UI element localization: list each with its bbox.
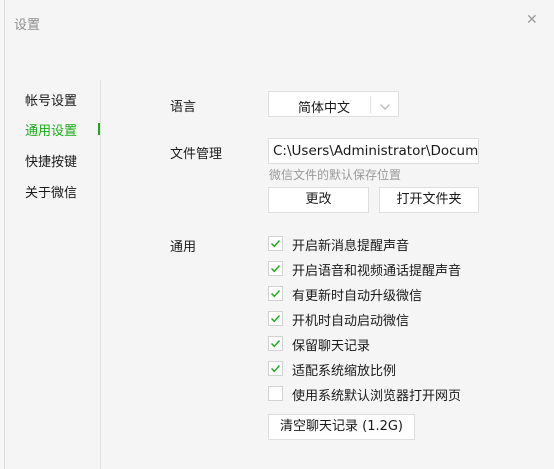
file-path-hint: 微信文件的默认保存位置	[269, 168, 402, 182]
settings-window: 设置 ✕ 帐号设置 通用设置 快捷按键 关于微信 语言 简体中文 文件管理 微信…	[4, 0, 554, 469]
option-label: 保留聊天记录	[292, 339, 371, 354]
option-label: 适配系统缩放比例	[292, 364, 397, 379]
checkbox[interactable]	[268, 261, 283, 276]
nav-item-shortcuts[interactable]: 快捷按键	[25, 151, 77, 170]
nav-item-about[interactable]: 关于微信	[25, 182, 77, 201]
language-value: 简体中文	[298, 101, 351, 116]
check-icon	[271, 265, 281, 273]
checkbox[interactable]	[268, 236, 283, 251]
option-label: 开启新消息提醒声音	[292, 239, 410, 254]
open-folder-button[interactable]: 打开文件夹	[379, 187, 479, 213]
checkbox[interactable]	[268, 361, 283, 376]
check-icon	[271, 290, 281, 298]
checkbox[interactable]	[268, 386, 283, 401]
checkbox[interactable]	[268, 286, 283, 301]
language-select[interactable]: 简体中文	[268, 91, 399, 117]
close-icon[interactable]: ✕	[526, 13, 538, 27]
clear-history-button[interactable]: 清空聊天记录 (1.2G)	[268, 414, 415, 440]
window-title: 设置	[14, 18, 41, 33]
option-label: 使用系统默认浏览器打开网页	[292, 389, 462, 404]
nav-divider	[100, 80, 101, 469]
general-label: 通用	[170, 240, 197, 255]
check-icon	[271, 315, 281, 323]
checkbox[interactable]	[268, 336, 283, 351]
check-icon	[271, 365, 281, 373]
language-label: 语言	[170, 100, 197, 115]
check-icon	[271, 240, 281, 248]
option-label: 开启语音和视频通话提醒声音	[292, 264, 462, 279]
option-label: 开机时自动启动微信	[292, 314, 410, 329]
change-button[interactable]: 更改	[268, 187, 369, 213]
option-label: 有更新时自动升级微信	[292, 289, 423, 304]
check-icon	[271, 340, 281, 348]
file-management-label: 文件管理	[170, 147, 223, 162]
chevron-down-icon	[379, 98, 391, 117]
file-path-field[interactable]	[268, 138, 479, 164]
nav-item-account[interactable]: 帐号设置	[25, 90, 77, 109]
checkbox[interactable]	[268, 311, 283, 326]
select-separator	[370, 96, 371, 113]
nav-item-general[interactable]: 通用设置	[25, 120, 77, 139]
